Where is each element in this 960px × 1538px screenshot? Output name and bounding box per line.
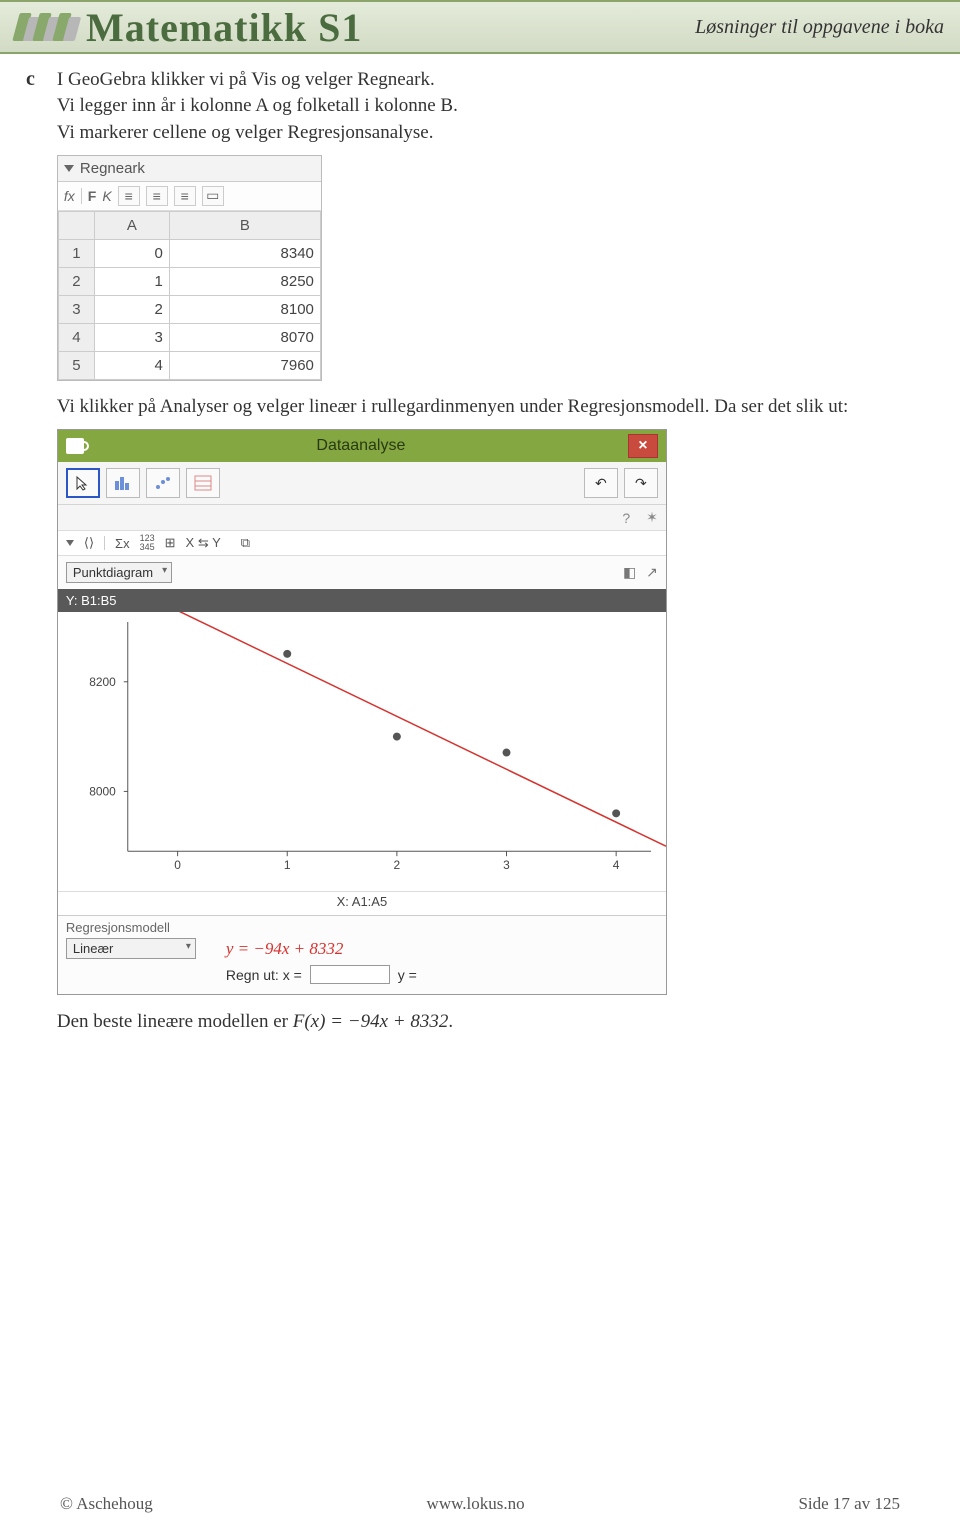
regression-model-select[interactable]: Lineær (66, 938, 196, 959)
page-footer: © Aschehoug www.lokus.no Side 17 av 125 (0, 1494, 960, 1514)
table-row: 218250 (58, 267, 320, 295)
brackets-icon[interactable]: ⟨⟩ (84, 535, 94, 551)
intro-line-3: Vi markerer cellene og velger Regresjons… (57, 121, 910, 145)
ytick-8200: 8200 (89, 675, 116, 689)
plot-type-select[interactable]: Punktdiagram (66, 562, 172, 583)
chart-svg: 8200 8000 0 1 2 3 4 (58, 612, 666, 891)
footer-center: www.lokus.no (427, 1494, 525, 1514)
header-subtitle: Løsninger til oppgavene i boka (695, 16, 944, 39)
x-range-label: X: A1:A5 (58, 892, 666, 915)
x-input[interactable] (310, 965, 390, 984)
regression-title: Regresjonsmodell (66, 920, 658, 935)
table-row: 547960 (58, 351, 320, 379)
regression-block: Regresjonsmodell Lineær y = −94x + 8332 … (58, 915, 666, 994)
help-button[interactable]: ? (622, 510, 630, 526)
xtick-3: 3 (503, 858, 510, 872)
y-equals-label: y = (398, 967, 417, 983)
settings-button[interactable]: ✶ (646, 509, 658, 526)
table-row: 108340 (58, 239, 320, 267)
spreadsheet-panel: Regneark fx F K ≡ ≡ ≡ ▭ A B (57, 155, 322, 381)
middle-paragraph: Vi klikker på Analyser og velger lineær … (57, 395, 910, 419)
intro-paragraph: I GeoGebra klikker vi på Vis og velger R… (57, 68, 910, 145)
table-row: 438070 (58, 323, 320, 351)
histogram-icon (114, 475, 132, 491)
scatter-chart: 8200 8000 0 1 2 3 4 (58, 612, 666, 892)
italic-button[interactable]: K (102, 188, 111, 204)
fx-label: fx (64, 188, 75, 204)
window-icon[interactable]: ⧉ (241, 535, 250, 551)
undo-button[interactable]: ↶ (584, 468, 618, 498)
footer-left: © Aschehoug (60, 1494, 153, 1514)
sigma-button[interactable]: Σx (115, 536, 130, 551)
grid-icon[interactable]: ⊞ (165, 535, 176, 551)
regression-equation: y = −94x + 8332 (226, 939, 344, 959)
numbers-button[interactable]: 123345 (140, 534, 155, 552)
align-center-button[interactable]: ≡ (146, 186, 168, 206)
book-title: Matematikk S1 (86, 4, 362, 51)
intro-line-2: Vi legger inn år i kolonne A og folketal… (57, 94, 910, 118)
y-range-label: Y: B1:B5 (58, 589, 666, 612)
footer-right: Side 17 av 125 (798, 1494, 900, 1514)
close-button[interactable]: × (628, 434, 658, 458)
da-title: Dataanalyse (94, 437, 628, 455)
pointer-icon (75, 475, 91, 491)
export-button[interactable]: ↗ (646, 564, 658, 580)
app-icon (66, 438, 84, 454)
conclusion: Den beste lineære modellen er F(x) = −94… (57, 1011, 910, 1033)
scatter-icon (154, 475, 172, 491)
data-analysis-window: Dataanalyse × (57, 429, 667, 995)
table-button[interactable] (186, 468, 220, 498)
xtick-2: 2 (393, 858, 400, 872)
regression-line (123, 612, 666, 846)
align-left-button[interactable]: ≡ (118, 186, 140, 206)
spreadsheet-titlebar[interactable]: Regneark (58, 156, 321, 182)
collapse-icon[interactable] (64, 165, 74, 172)
data-point (612, 810, 620, 818)
bold-button[interactable]: F (88, 188, 97, 204)
data-point (393, 733, 401, 741)
scatter-button[interactable] (146, 468, 180, 498)
col-header-a[interactable]: A (94, 211, 169, 239)
spreadsheet-title: Regneark (80, 160, 145, 177)
expand-icon[interactable] (66, 540, 74, 546)
spreadsheet-toolbar: fx F K ≡ ≡ ≡ ▭ (58, 182, 321, 211)
intro-line-1: I GeoGebra klikker vi på Vis og velger R… (57, 68, 910, 92)
da-options-row: ⟨⟩ Σx 123345 ⊞ X ⇆ Y ⧉ (58, 531, 666, 556)
table-icon (194, 475, 212, 491)
conclusion-post: . (448, 1011, 453, 1032)
logo-icon (16, 13, 76, 41)
data-point (283, 650, 291, 658)
item-label-c: c (26, 68, 35, 91)
table-row: 328100 (58, 295, 320, 323)
pointer-tool-button[interactable] (66, 468, 100, 498)
fill-color-button[interactable]: ▭ (202, 186, 224, 206)
conclusion-equation: F(x) = −94x + 8332 (293, 1011, 449, 1032)
ytick-8000: 8000 (89, 785, 116, 799)
calculate-row: Regn ut: x = y = (66, 965, 658, 984)
xtick-1: 1 (284, 858, 291, 872)
da-titlebar[interactable]: Dataanalyse × (58, 430, 666, 462)
da-toolbar: ↶ ↷ (58, 462, 666, 505)
page-header: Matematikk S1 Løsninger til oppgavene i … (0, 0, 960, 54)
col-header-b[interactable]: B (169, 211, 320, 239)
redo-button[interactable]: ↷ (624, 468, 658, 498)
align-right-button[interactable]: ≡ (174, 186, 196, 206)
corner-cell (58, 211, 94, 239)
histogram-button[interactable] (106, 468, 140, 498)
da-toolbar-2: ? ✶ (58, 505, 666, 531)
copy-button[interactable]: ◧ (623, 564, 636, 580)
calc-label: Regn ut: x = (226, 967, 302, 983)
conclusion-pre: Den beste lineære modellen er (57, 1011, 293, 1032)
plot-type-row: Punktdiagram ◧ ↗ (58, 556, 666, 589)
xtick-4: 4 (613, 858, 620, 872)
swap-xy-button[interactable]: X ⇆ Y (186, 535, 221, 551)
data-point (502, 749, 510, 757)
spreadsheet-table[interactable]: A B 108340 218250 328100 438070 547960 (58, 211, 321, 380)
xtick-0: 0 (174, 858, 181, 872)
